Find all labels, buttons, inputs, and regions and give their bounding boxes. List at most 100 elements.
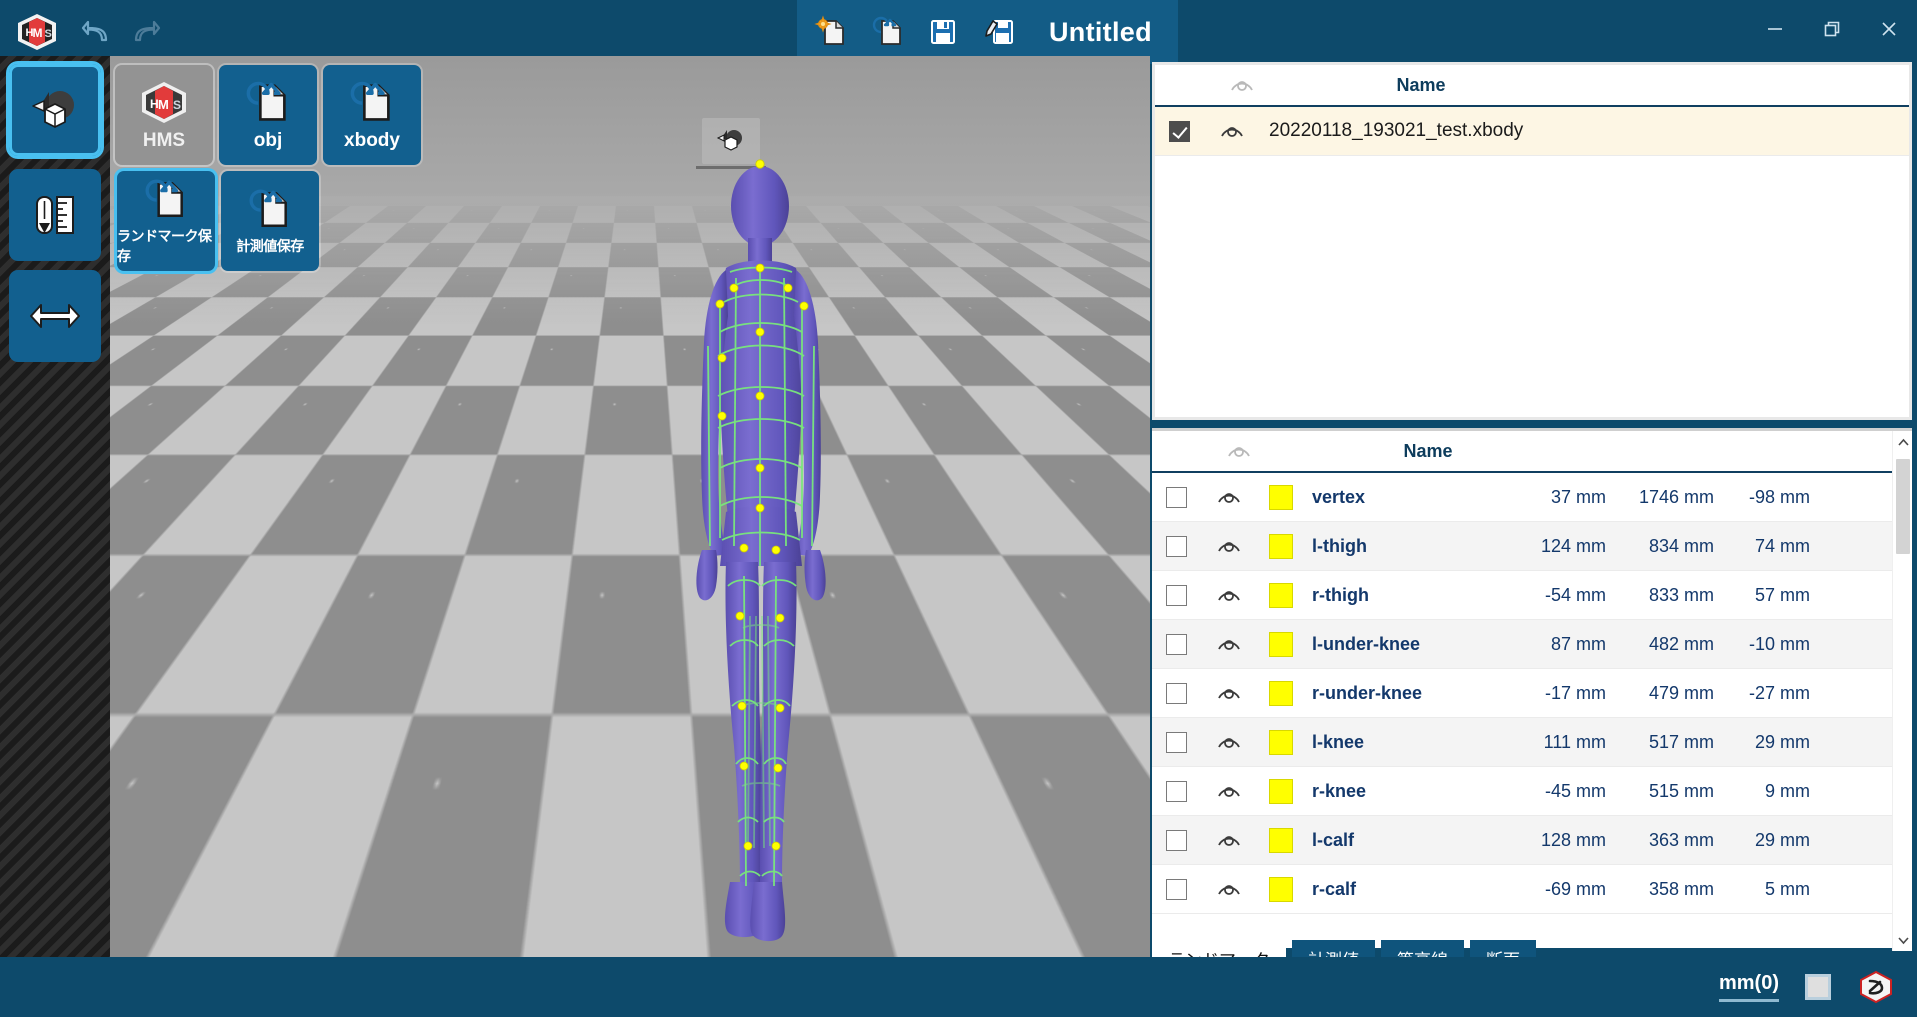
landmark-row-visibility-icon[interactable] (1200, 880, 1258, 898)
landmark-row-color-swatch[interactable] (1258, 729, 1304, 755)
file-row-visibility-icon[interactable] (1203, 122, 1261, 140)
landmark-row-name: l-calf (1312, 829, 1355, 850)
save-as-file-icon[interactable] (979, 12, 1019, 52)
landmark-row-x: 37 mm (1550, 486, 1606, 507)
redo-button[interactable] (127, 12, 167, 52)
landmark-row-color-swatch[interactable] (1258, 582, 1304, 608)
maximize-button[interactable] (1803, 0, 1860, 58)
landmark-row-color-swatch[interactable] (1258, 827, 1304, 853)
landmark-row-z: -10 mm (1748, 633, 1810, 654)
landmark-row-z: -27 mm (1748, 682, 1810, 703)
landmark-row-color-swatch[interactable] (1258, 484, 1304, 510)
landmark-row-x: 111 mm (1543, 731, 1606, 752)
scroll-down-icon[interactable] (1893, 929, 1913, 951)
landmark-row-x: 128 mm (1540, 829, 1606, 850)
table-row[interactable]: l-knee 111 mm 517 mm 29 mm (1152, 718, 1912, 767)
left-tool-rail (0, 56, 110, 957)
landmark-row-color-swatch[interactable] (1258, 680, 1304, 706)
table-row[interactable]: 20220118_193021_test.xbody (1155, 107, 1909, 156)
landmark-row-color-swatch[interactable] (1258, 778, 1304, 804)
landmark-row-checkbox[interactable] (1152, 682, 1200, 704)
undo-button[interactable] (75, 12, 115, 52)
display-toggle-button[interactable] (1805, 974, 1831, 1000)
import-obj-label: obj (253, 129, 283, 151)
landmark-row-name: l-knee (1312, 731, 1365, 752)
landmark-row-name: r-under-knee (1312, 682, 1423, 703)
landmark-list-panel: Name vertex 37 mm 1746 mm -98 mm l-thigh 124 … (1152, 428, 1912, 951)
landmark-name-column-header: Name (1403, 440, 1453, 461)
minimize-button[interactable] (1746, 0, 1803, 58)
app-logo-icon: H M S (14, 9, 60, 55)
landmark-row-z: 9 mm (1765, 780, 1810, 801)
landmark-row-visibility-icon[interactable] (1200, 733, 1258, 751)
table-row[interactable]: vertex 37 mm 1746 mm -98 mm (1152, 473, 1912, 522)
svg-text:S: S (45, 28, 52, 40)
landmark-row-visibility-icon[interactable] (1200, 488, 1258, 506)
save-file-icon[interactable] (923, 12, 963, 52)
landmark-row-x: -54 mm (1544, 584, 1606, 605)
status-bar: mm(0) (0, 957, 1917, 1017)
sidebar-item-model-view-tool[interactable] (9, 64, 101, 156)
table-row[interactable]: r-thigh -54 mm 833 mm 57 mm (1152, 571, 1912, 620)
landmark-row-y: 358 mm (1648, 878, 1714, 899)
import-obj-button[interactable]: obj (219, 65, 317, 165)
landmark-row-x: 124 mm (1540, 535, 1606, 556)
landmark-row-z: 74 mm (1754, 535, 1810, 556)
landmark-row-visibility-icon[interactable] (1200, 782, 1258, 800)
landmark-row-visibility-icon[interactable] (1200, 635, 1258, 653)
landmark-row-z: 29 mm (1754, 829, 1810, 850)
3d-viewport[interactable]: H M S HMS obj xbody ランドマーク保存 計測値保存 (110, 56, 1150, 957)
table-row[interactable]: l-under-knee 87 mm 482 mm -10 mm (1152, 620, 1912, 669)
landmark-row-color-swatch[interactable] (1258, 533, 1304, 559)
landmark-scrollbar[interactable] (1892, 431, 1912, 951)
svg-text:M: M (158, 97, 169, 112)
file-list-panel: Name 20220118_193021_test.xbody (1152, 62, 1912, 420)
body-model[interactable] (630, 146, 890, 957)
table-row[interactable]: r-calf -69 mm 358 mm 5 mm (1152, 865, 1912, 914)
landmark-row-color-swatch[interactable] (1258, 631, 1304, 657)
scroll-up-icon[interactable] (1893, 431, 1913, 453)
landmark-row-checkbox[interactable] (1152, 731, 1200, 753)
svg-text:S: S (173, 98, 181, 112)
file-row-checkbox[interactable] (1155, 120, 1203, 142)
window-title: Untitled (1049, 16, 1152, 47)
landmark-row-name: l-under-knee (1312, 633, 1421, 654)
table-row[interactable]: l-thigh 124 mm 834 mm 74 mm (1152, 522, 1912, 571)
landmark-row-z: -98 mm (1748, 486, 1810, 507)
landmark-row-z: 29 mm (1754, 731, 1810, 752)
scrollbar-thumb[interactable] (1896, 459, 1910, 554)
save-landmark-button[interactable]: ランドマーク保存 (117, 171, 215, 271)
save-measurement-button[interactable]: 計測値保存 (221, 171, 319, 271)
landmark-row-visibility-icon[interactable] (1200, 831, 1258, 849)
landmark-row-checkbox[interactable] (1152, 829, 1200, 851)
table-row[interactable]: r-under-knee -17 mm 479 mm -27 mm (1152, 669, 1912, 718)
landmark-row-checkbox[interactable] (1152, 878, 1200, 900)
landmark-row-color-swatch[interactable] (1258, 876, 1304, 902)
table-row[interactable]: l-calf 128 mm 363 mm 29 mm (1152, 816, 1912, 865)
table-row[interactable]: r-knee -45 mm 515 mm 9 mm (1152, 767, 1912, 816)
landmark-row-checkbox[interactable] (1152, 780, 1200, 802)
landmark-row-visibility-icon[interactable] (1200, 586, 1258, 604)
sidebar-item-distance-tool[interactable] (9, 270, 101, 362)
unit-indicator[interactable]: mm(0) (1718, 972, 1779, 1002)
open-file-icon[interactable] (867, 12, 907, 52)
landmark-row-z: 5 mm (1765, 878, 1810, 899)
import-hms-button[interactable]: H M S HMS (115, 65, 213, 165)
sidebar-item-measure-tool[interactable] (9, 169, 101, 261)
landmark-row-checkbox[interactable] (1152, 584, 1200, 606)
landmark-row-y: 363 mm (1648, 829, 1714, 850)
title-bar: H M S Untitled (0, 0, 1917, 64)
viewcube-front-label: F (1145, 931, 1150, 957)
new-file-icon[interactable] (811, 12, 851, 52)
landmark-row-name: r-calf (1312, 878, 1357, 899)
landmark-row-visibility-icon[interactable] (1200, 537, 1258, 555)
close-button[interactable] (1860, 0, 1917, 58)
landmark-row-checkbox[interactable] (1152, 535, 1200, 557)
view-orientation-cube[interactable]: F R C (1115, 886, 1150, 957)
landmark-row-checkbox[interactable] (1152, 633, 1200, 655)
landmark-row-visibility-icon[interactable] (1200, 684, 1258, 702)
landmark-visibility-header-icon (1200, 442, 1278, 460)
title-actions-group: Untitled (797, 0, 1178, 64)
landmark-row-checkbox[interactable] (1152, 486, 1200, 508)
import-xbody-button[interactable]: xbody (323, 65, 421, 165)
